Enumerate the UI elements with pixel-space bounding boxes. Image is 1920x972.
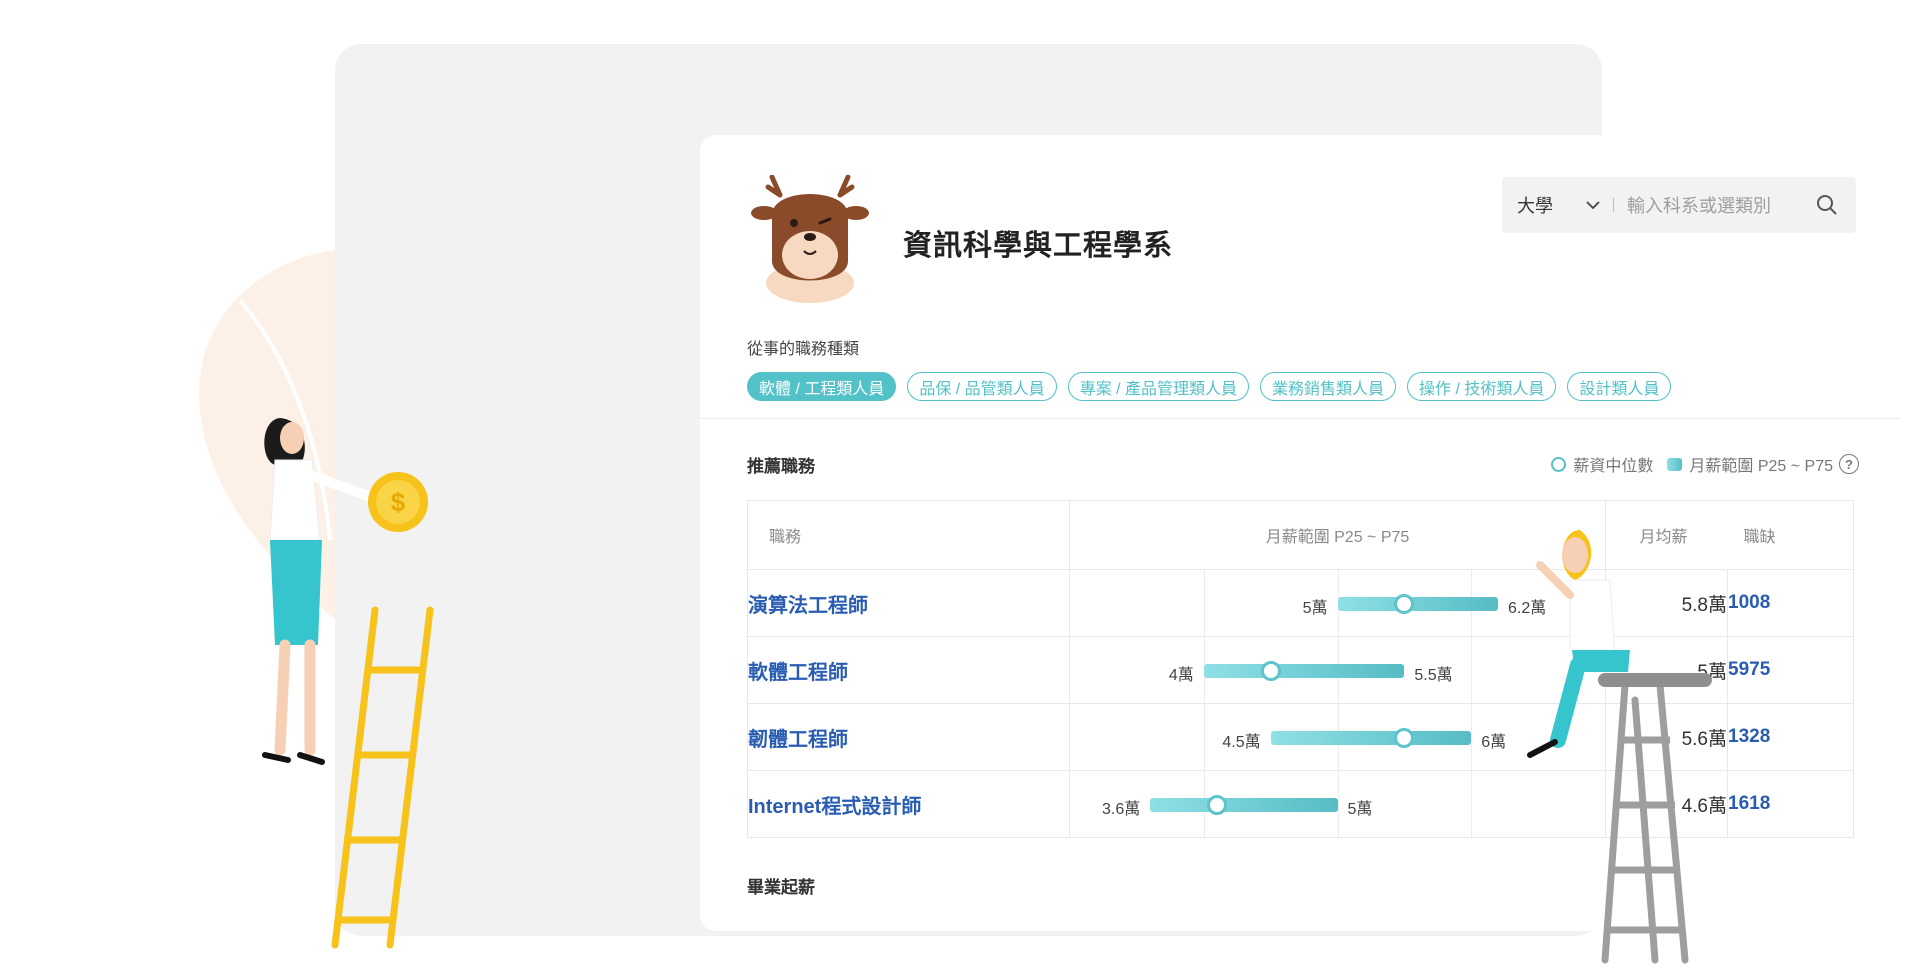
chip-design[interactable]: 設計類人員	[1567, 372, 1672, 401]
salary-range-bar	[1270, 731, 1472, 745]
median-marker	[1394, 594, 1415, 614]
range-high-label: 5萬	[1347, 801, 1373, 818]
median-marker	[1260, 661, 1281, 681]
salary-range-bar	[1337, 597, 1498, 611]
salary-range-bar	[1203, 664, 1405, 678]
range-grid-line	[1203, 704, 1205, 770]
job-link[interactable]: 演算法工程師	[747, 569, 1070, 637]
job-link[interactable]: 軟體工程師	[747, 636, 1070, 704]
range-low-label: 5萬	[1302, 600, 1328, 617]
chip-operations-technical[interactable]: 操作 / 技術類人員	[1407, 372, 1557, 401]
separator	[1613, 198, 1614, 212]
salary-legend: 薪資中位數 月薪範圍 P25 ~ P75 ?	[1551, 452, 1859, 476]
median-legend-icon	[1551, 456, 1567, 472]
chip-sales[interactable]: 業務銷售類人員	[1260, 372, 1397, 401]
job-category-label: 從事的職務種類	[747, 341, 860, 358]
deer-mascot-icon	[751, 175, 869, 303]
median-marker	[1207, 795, 1228, 815]
job-link[interactable]: Internet程式設計師	[747, 770, 1070, 838]
job-link[interactable]: 韌體工程師	[747, 703, 1070, 771]
search-bar: 大學 輸入科系或選類別	[1502, 177, 1856, 233]
salary-range-bar	[1150, 798, 1338, 812]
search-input[interactable]: 輸入科系或選類別	[1627, 192, 1795, 218]
range-legend-icon	[1667, 457, 1683, 471]
chip-quality-assurance[interactable]: 品保 / 品管類人員	[907, 372, 1057, 401]
chevron-down-icon[interactable]	[1583, 195, 1603, 215]
chip-project-product-management[interactable]: 專案 / 產品管理類人員	[1067, 372, 1250, 401]
range-legend-label: 月薪範圍 P25 ~ P75	[1689, 458, 1833, 475]
svg-text:$: $	[391, 487, 406, 517]
median-legend-label: 薪資中位數	[1573, 458, 1654, 475]
education-level-select[interactable]: 大學	[1517, 192, 1575, 218]
range-grid-line	[1471, 704, 1473, 770]
search-icon[interactable]	[1815, 193, 1839, 217]
range-high-label: 5.5萬	[1414, 667, 1453, 684]
median-marker	[1394, 728, 1415, 748]
header-job: 職務	[747, 500, 1070, 570]
range-grid-line	[1471, 637, 1473, 703]
woman-on-ladder-illustration	[1527, 530, 1712, 964]
help-icon[interactable]: ?	[1839, 454, 1859, 474]
woman-with-coin-illustration: $	[262, 418, 434, 949]
range-grid-line	[1203, 570, 1205, 636]
chip-software-engineering[interactable]: 軟體 / 工程類人員	[747, 372, 897, 401]
range-grid-line	[1337, 771, 1339, 837]
range-low-label: 3.6萬	[1102, 801, 1141, 818]
range-low-label: 4.5萬	[1222, 734, 1261, 751]
department-title: 資訊科學與工程學系	[903, 230, 1174, 262]
recommended-jobs-title: 推薦職務	[747, 457, 815, 476]
range-grid-line	[1471, 771, 1473, 837]
range-low-label: 4萬	[1168, 667, 1194, 684]
browser-frame: 資訊科學與工程學系 大學 輸入科系或選類別 從事的職務種類 軟體 / 工程類人員…	[335, 44, 1901, 936]
graduate-salary-title: 畢業起薪	[747, 878, 815, 897]
job-category-chips: 軟體 / 工程類人員 品保 / 品管類人員 專案 / 產品管理類人員 業務銷售類…	[747, 372, 1672, 401]
divider	[700, 418, 1901, 419]
